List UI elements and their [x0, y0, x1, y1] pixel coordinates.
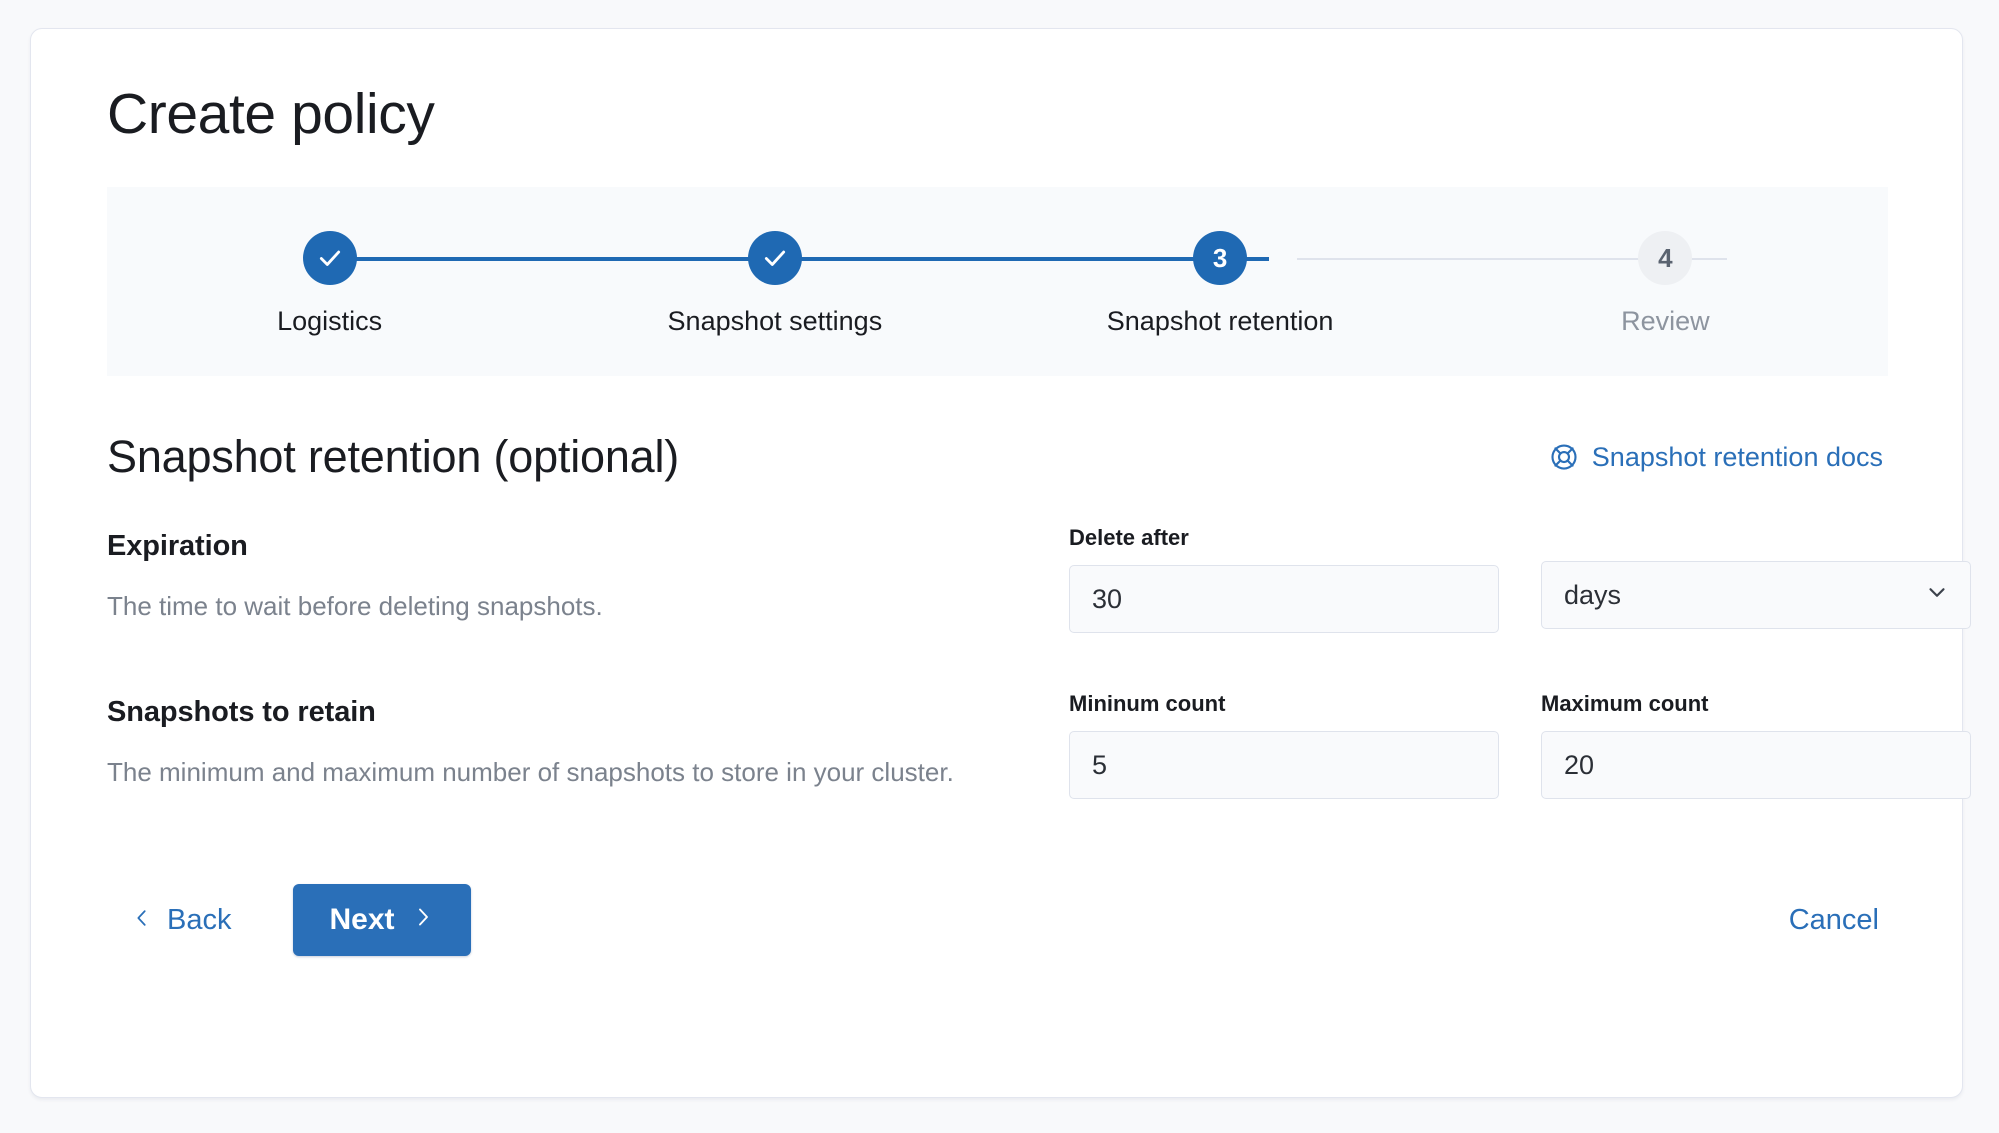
retain-controls: Mininum count Maximum count [1069, 691, 1971, 800]
snapshot-retention-docs-link[interactable]: Snapshot retention docs [1549, 442, 1883, 473]
step-3-label: Snapshot retention [1106, 306, 1334, 337]
expiration-description: The time to wait before deleting snapsho… [107, 591, 603, 622]
step-4-circle: 4 [1638, 231, 1693, 286]
delete-after-input[interactable] [1069, 565, 1499, 634]
life-buoy-icon [1549, 442, 1579, 472]
maximum-count-field-group: Maximum count [1541, 691, 1971, 800]
stepper-step-logistics[interactable]: Logistics [107, 187, 552, 376]
maximum-count-input[interactable] [1541, 731, 1971, 800]
chevron-left-icon [131, 904, 153, 937]
page-background: Create policy Logistics Snapshot setting… [0, 0, 1999, 1133]
step-1-label: Logistics [277, 306, 383, 337]
stepper-step-review[interactable]: 4 Review [1443, 187, 1888, 376]
retain-description-block: Snapshots to retain The minimum and maxi… [107, 691, 1069, 790]
docs-link-label: Snapshot retention docs [1591, 441, 1883, 472]
check-icon [317, 245, 343, 271]
delete-after-label: Delete after [1069, 525, 1189, 551]
chevron-right-icon [411, 903, 435, 937]
section-header: Snapshot retention (optional) Snapshot r… [107, 431, 1886, 483]
delete-after-unit-select[interactable]: days [1541, 561, 1971, 630]
step-2-label: Snapshot settings [667, 306, 883, 337]
minimum-count-field-group: Mininum count [1069, 691, 1499, 800]
step-1-circle [302, 231, 357, 286]
maximum-count-label: Maximum count [1541, 691, 1709, 717]
step-3-number: 3 [1212, 242, 1228, 273]
back-button-label: Back [167, 903, 232, 936]
expiration-controls: Delete after days [1069, 525, 1971, 634]
next-button[interactable]: Next [293, 884, 471, 957]
check-icon [762, 245, 788, 271]
delete-after-field-group: Delete after [1069, 525, 1499, 634]
retain-description: The minimum and maximum number of snapsh… [107, 757, 954, 788]
page-title: Create policy [107, 82, 435, 146]
stepper-step-snapshot-retention[interactable]: 3 Snapshot retention [998, 187, 1443, 376]
minimum-count-input[interactable] [1069, 731, 1499, 800]
wizard-stepper: Logistics Snapshot settings 3 Snapshot r… [107, 187, 1888, 377]
step-3-circle: 3 [1193, 231, 1248, 286]
retain-heading: Snapshots to retain [107, 696, 376, 729]
next-button-label: Next [329, 903, 395, 937]
unit-selected-value: days [1564, 579, 1622, 610]
step-4-label: Review [1621, 306, 1710, 337]
wizard-footer: Back Next Cancel [107, 884, 1886, 957]
create-policy-card: Create policy Logistics Snapshot setting… [30, 28, 1971, 1098]
snapshots-to-retain-row: Snapshots to retain The minimum and maxi… [107, 691, 1971, 800]
unit-label-spacer [1541, 525, 1971, 561]
expiration-heading: Expiration [107, 530, 248, 563]
section-title: Snapshot retention (optional) [107, 431, 680, 483]
stepper-connector-1-2 [352, 257, 770, 262]
delete-after-unit-group: days [1541, 525, 1971, 633]
expiration-description-block: Expiration The time to wait before delet… [107, 525, 1069, 624]
step-2-circle [747, 231, 802, 286]
step-4-number: 4 [1658, 242, 1673, 273]
expiration-row: Expiration The time to wait before delet… [107, 525, 1971, 634]
minimum-count-label: Mininum count [1069, 691, 1226, 717]
stepper-step-snapshot-settings[interactable]: Snapshot settings [552, 187, 997, 376]
back-button[interactable]: Back [127, 896, 235, 945]
chevron-down-icon [1924, 579, 1950, 612]
cancel-button[interactable]: Cancel [1785, 896, 1883, 945]
